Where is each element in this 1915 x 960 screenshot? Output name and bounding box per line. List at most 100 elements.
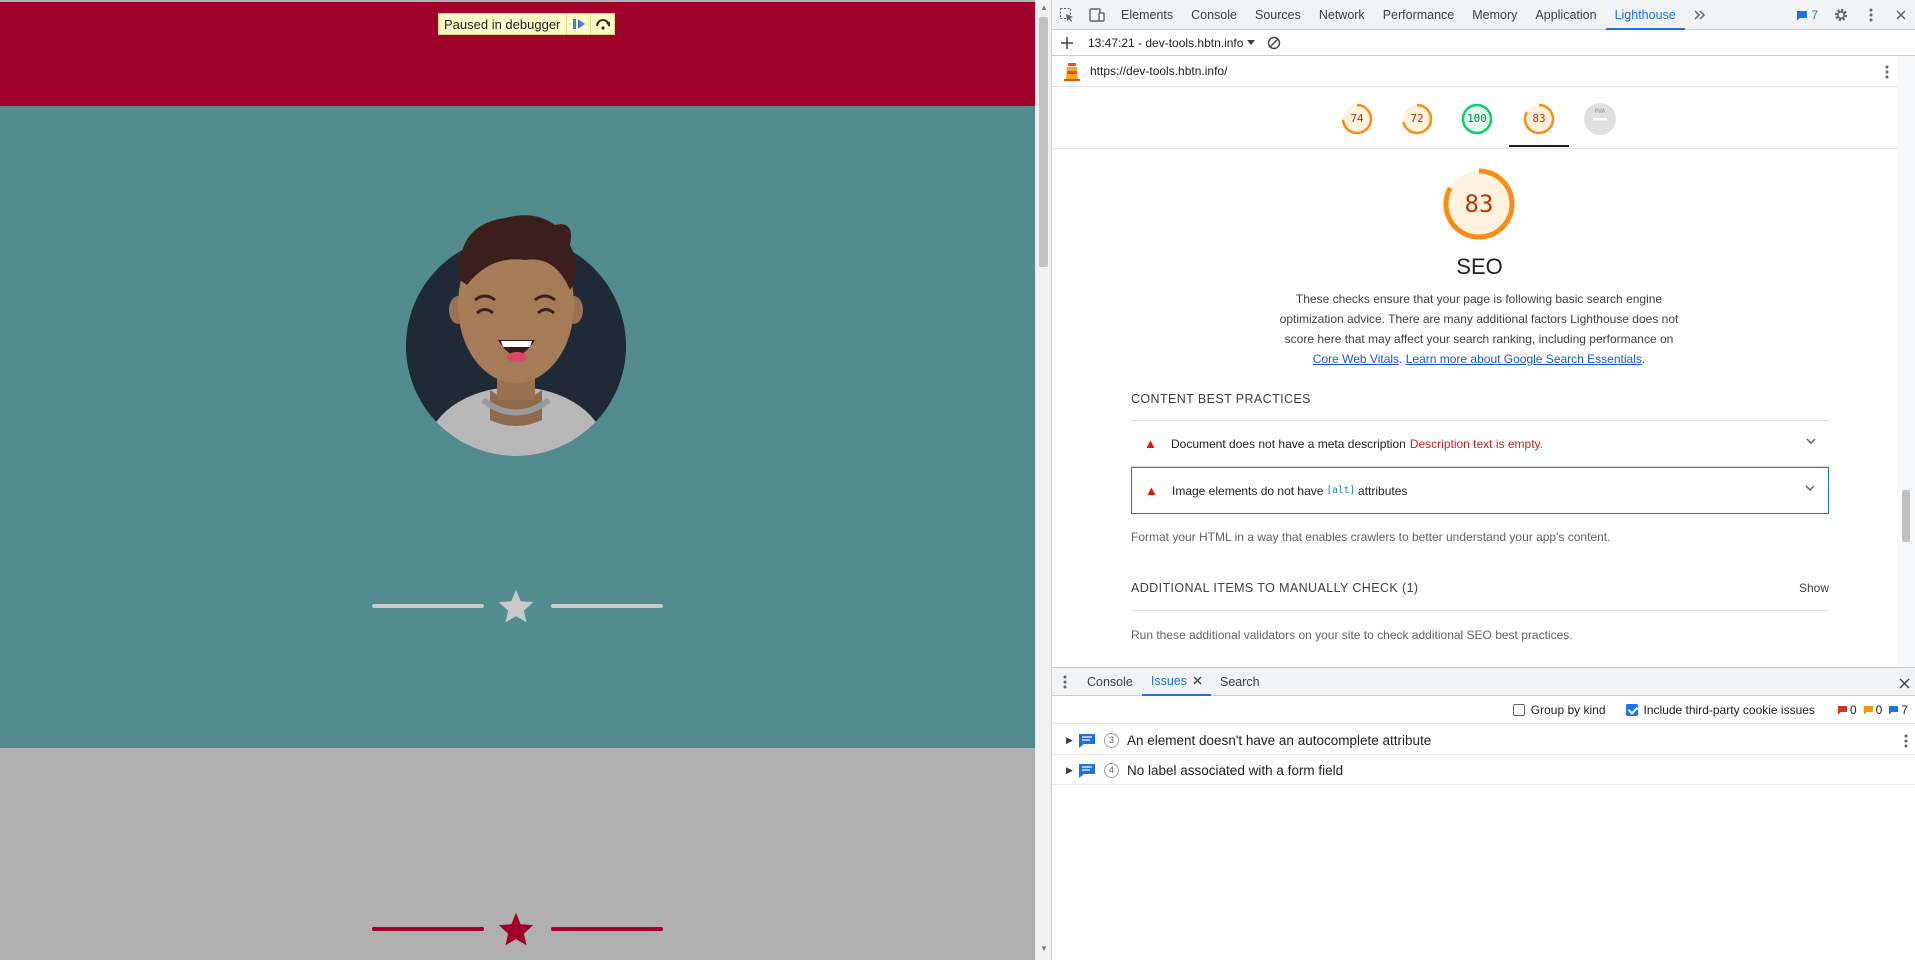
issues-count: 7 [1811, 8, 1818, 22]
category-description: These checks ensure that your page is fo… [1272, 289, 1686, 369]
kebab-menu-icon [1869, 8, 1873, 22]
error-count[interactable]: 0 [1837, 703, 1857, 717]
dropdown-arrow-icon [1247, 39, 1256, 45]
tab-memory[interactable]: Memory [1463, 0, 1526, 30]
lighthouse-logo-icon [1064, 63, 1080, 81]
double-chevron-icon [1694, 9, 1705, 20]
audit-title: Document does not have a meta descriptio… [1171, 436, 1406, 451]
report-selector[interactable]: 13:47:21 - dev-tools.hbtn.info [1082, 36, 1256, 50]
inspect-icon [1060, 7, 1073, 22]
gear-icon [1834, 8, 1848, 22]
issues-toolbar: Group by kind Include third-party cookie… [1052, 696, 1915, 724]
scrollbar-thumb[interactable] [1039, 17, 1048, 267]
seo-score-value: 83 [1464, 190, 1494, 218]
report-url: https://dev-tools.hbtn.info/ [1090, 64, 1228, 78]
issue-count: 4 [1104, 763, 1119, 778]
settings-button[interactable] [1826, 0, 1856, 30]
tab-lighthouse[interactable]: Lighthouse [1605, 0, 1685, 30]
resume-button[interactable] [566, 14, 590, 34]
close-icon[interactable] [1193, 676, 1202, 685]
seo-score-gauge: 83 [1442, 167, 1516, 241]
kebab-menu-icon [1904, 734, 1908, 748]
tab-sources[interactable]: Sources [1246, 0, 1310, 30]
lighthouse-report: 74 72 100 83 PWA 83 SEO These checks ens… [1052, 87, 1897, 667]
third-party-cookie-checkbox[interactable] [1625, 703, 1638, 716]
clear-reports-button[interactable] [1259, 30, 1289, 56]
seo-gauge[interactable]: 83 [1522, 102, 1556, 136]
fail-triangle-icon: ▲ [1144, 436, 1157, 451]
warning-count[interactable]: 0 [1863, 703, 1882, 717]
issues-counter[interactable]: 7 [1788, 8, 1826, 22]
new-report-button[interactable] [1052, 30, 1082, 56]
issue-row[interactable]: ▶ 3 An element doesn't have an autocompl… [1052, 727, 1915, 755]
issue-title: An element doesn't have an autocomplete … [1127, 733, 1432, 748]
info-count[interactable]: 7 [1888, 703, 1908, 717]
drawer-tab-console[interactable]: Console [1078, 668, 1142, 696]
star-icon [498, 912, 534, 946]
pwa-gauge[interactable]: PWA [1583, 102, 1617, 136]
audit-image-alt[interactable]: ▲ Image elements do not have [alt] attri… [1131, 467, 1829, 514]
drawer-menu-button[interactable] [1052, 668, 1078, 696]
tab-application[interactable]: Application [1526, 0, 1605, 30]
audit-title-pre: Image elements do not have [1172, 483, 1324, 498]
report-menu-button[interactable] [1877, 56, 1897, 87]
expand-triangle-icon: ▶ [1066, 765, 1073, 775]
error-count-value: 0 [1849, 702, 1857, 717]
chevron-down-icon [1806, 438, 1816, 445]
lighthouse-toolbar: 13:47:21 - dev-tools.hbtn.info [1052, 30, 1915, 56]
group-description: Format your HTML in a way that enables c… [1131, 530, 1611, 544]
close-devtools-button[interactable] [1886, 0, 1915, 30]
tab-console[interactable]: Console [1182, 0, 1246, 30]
divider-line-right [551, 927, 663, 931]
drawer-tab-search[interactable]: Search [1211, 668, 1269, 696]
report-scrollbar[interactable] [1897, 56, 1915, 666]
audit-meta-description[interactable]: ▲ Document does not have a meta descript… [1131, 420, 1829, 467]
group-by-kind-label: Group by kind [1530, 702, 1606, 717]
issue-count: 3 [1104, 733, 1119, 748]
show-button[interactable]: Show [1799, 581, 1829, 595]
selected-gauge-indicator [1509, 145, 1569, 147]
issue-menu-button[interactable] [1904, 734, 1908, 751]
customize-menu-button[interactable] [1856, 0, 1886, 30]
clear-icon [1268, 36, 1281, 49]
performance-gauge[interactable]: 74 [1340, 102, 1374, 136]
info-count-value: 7 [1901, 702, 1908, 717]
tab-elements[interactable]: Elements [1112, 0, 1182, 30]
kebab-menu-icon [1063, 675, 1067, 688]
page-scrollbar[interactable]: ▲ ▼ [1035, 0, 1051, 960]
step-over-button[interactable] [590, 14, 614, 34]
step-over-icon [595, 19, 610, 30]
issue-message-icon [1079, 763, 1095, 778]
kebab-menu-icon [1885, 65, 1889, 78]
star-icon [498, 589, 534, 623]
gauge-value: 100 [1467, 112, 1487, 125]
gauge-value: 83 [1532, 112, 1546, 125]
group-by-kind-checkbox[interactable] [1512, 703, 1525, 716]
scroll-up-arrow[interactable]: ▲ [1039, 3, 1049, 13]
issue-row[interactable]: ▶ 4 No label associated with a form fiel… [1052, 757, 1915, 785]
more-tabs-button[interactable] [1685, 0, 1715, 30]
resume-icon [572, 19, 585, 29]
devtools-tabbar: Elements Console Sources Network Perform… [1052, 0, 1915, 30]
tab-performance[interactable]: Performance [1374, 0, 1464, 30]
scroll-down-arrow[interactable]: ▼ [1039, 944, 1049, 954]
close-drawer-button[interactable] [1899, 676, 1910, 694]
warning-message-icon [1863, 705, 1873, 714]
group-title-manual-check[interactable]: ADDITIONAL ITEMS TO MANUALLY CHECK (1) S… [1131, 581, 1829, 611]
category-title: SEO [1456, 254, 1503, 279]
scrollbar-thumb[interactable] [1902, 490, 1910, 542]
gauge-value: 74 [1350, 112, 1364, 125]
accessibility-gauge[interactable]: 72 [1400, 102, 1434, 136]
message-icon [1797, 10, 1808, 20]
inspect-element-button[interactable] [1052, 0, 1082, 30]
device-toolbar-button[interactable] [1082, 0, 1112, 30]
core-web-vitals-link[interactable]: Core Web Vitals [1313, 352, 1399, 366]
audit-code: [alt] [1326, 485, 1356, 496]
drawer-tab-issues[interactable]: Issues [1141, 668, 1212, 696]
best-practices-gauge[interactable]: 100 [1460, 102, 1494, 136]
close-icon [1896, 10, 1906, 20]
tab-network[interactable]: Network [1310, 0, 1374, 30]
tab-label: Issues [1150, 673, 1188, 688]
learn-more-link[interactable]: Learn more about Google Search Essential… [1406, 352, 1642, 366]
audit-detail: Description text is empty. [1409, 436, 1543, 451]
